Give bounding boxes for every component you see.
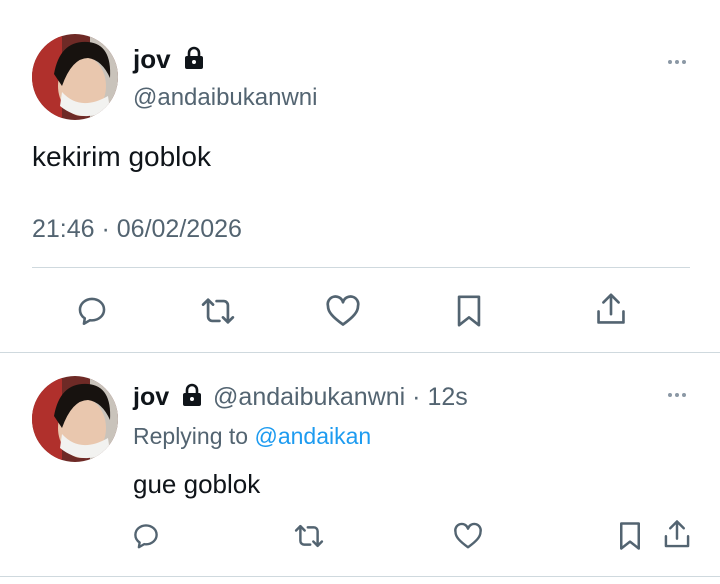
- lock-icon: [184, 46, 204, 76]
- like-icon[interactable]: [325, 294, 361, 328]
- divider: [32, 267, 690, 268]
- avatar[interactable]: [32, 376, 118, 462]
- display-name[interactable]: jov: [133, 383, 169, 411]
- reply-icon[interactable]: [75, 294, 109, 328]
- avatar[interactable]: [32, 34, 118, 120]
- display-name[interactable]: jov: [133, 44, 171, 74]
- reply-icon[interactable]: [131, 521, 161, 551]
- lock-icon: [182, 383, 202, 414]
- share-icon[interactable]: [594, 292, 628, 328]
- handle[interactable]: @andaibukanwni: [133, 84, 318, 112]
- bookmark-icon[interactable]: [618, 521, 642, 551]
- reply-age[interactable]: 12s: [427, 383, 467, 411]
- timestamp[interactable]: 21:46 · 06/02/2026: [32, 214, 242, 244]
- more-options-icon[interactable]: [668, 393, 686, 397]
- retweet-icon[interactable]: [293, 521, 325, 551]
- handle[interactable]: @andaibukanwni: [213, 383, 405, 411]
- like-icon[interactable]: [453, 522, 483, 550]
- separator: ·: [412, 383, 421, 411]
- bookmark-icon[interactable]: [455, 294, 483, 328]
- divider: [0, 576, 720, 577]
- divider: [0, 352, 720, 353]
- reply-text: gue goblok: [133, 469, 261, 499]
- retweet-icon[interactable]: [199, 294, 237, 328]
- more-options-icon[interactable]: [668, 60, 686, 64]
- share-icon[interactable]: [662, 519, 692, 551]
- replying-to-link[interactable]: @andaikan: [254, 423, 371, 449]
- replying-to-label: Replying to: [133, 423, 249, 449]
- tweet-text: kekirim goblok: [32, 141, 211, 172]
